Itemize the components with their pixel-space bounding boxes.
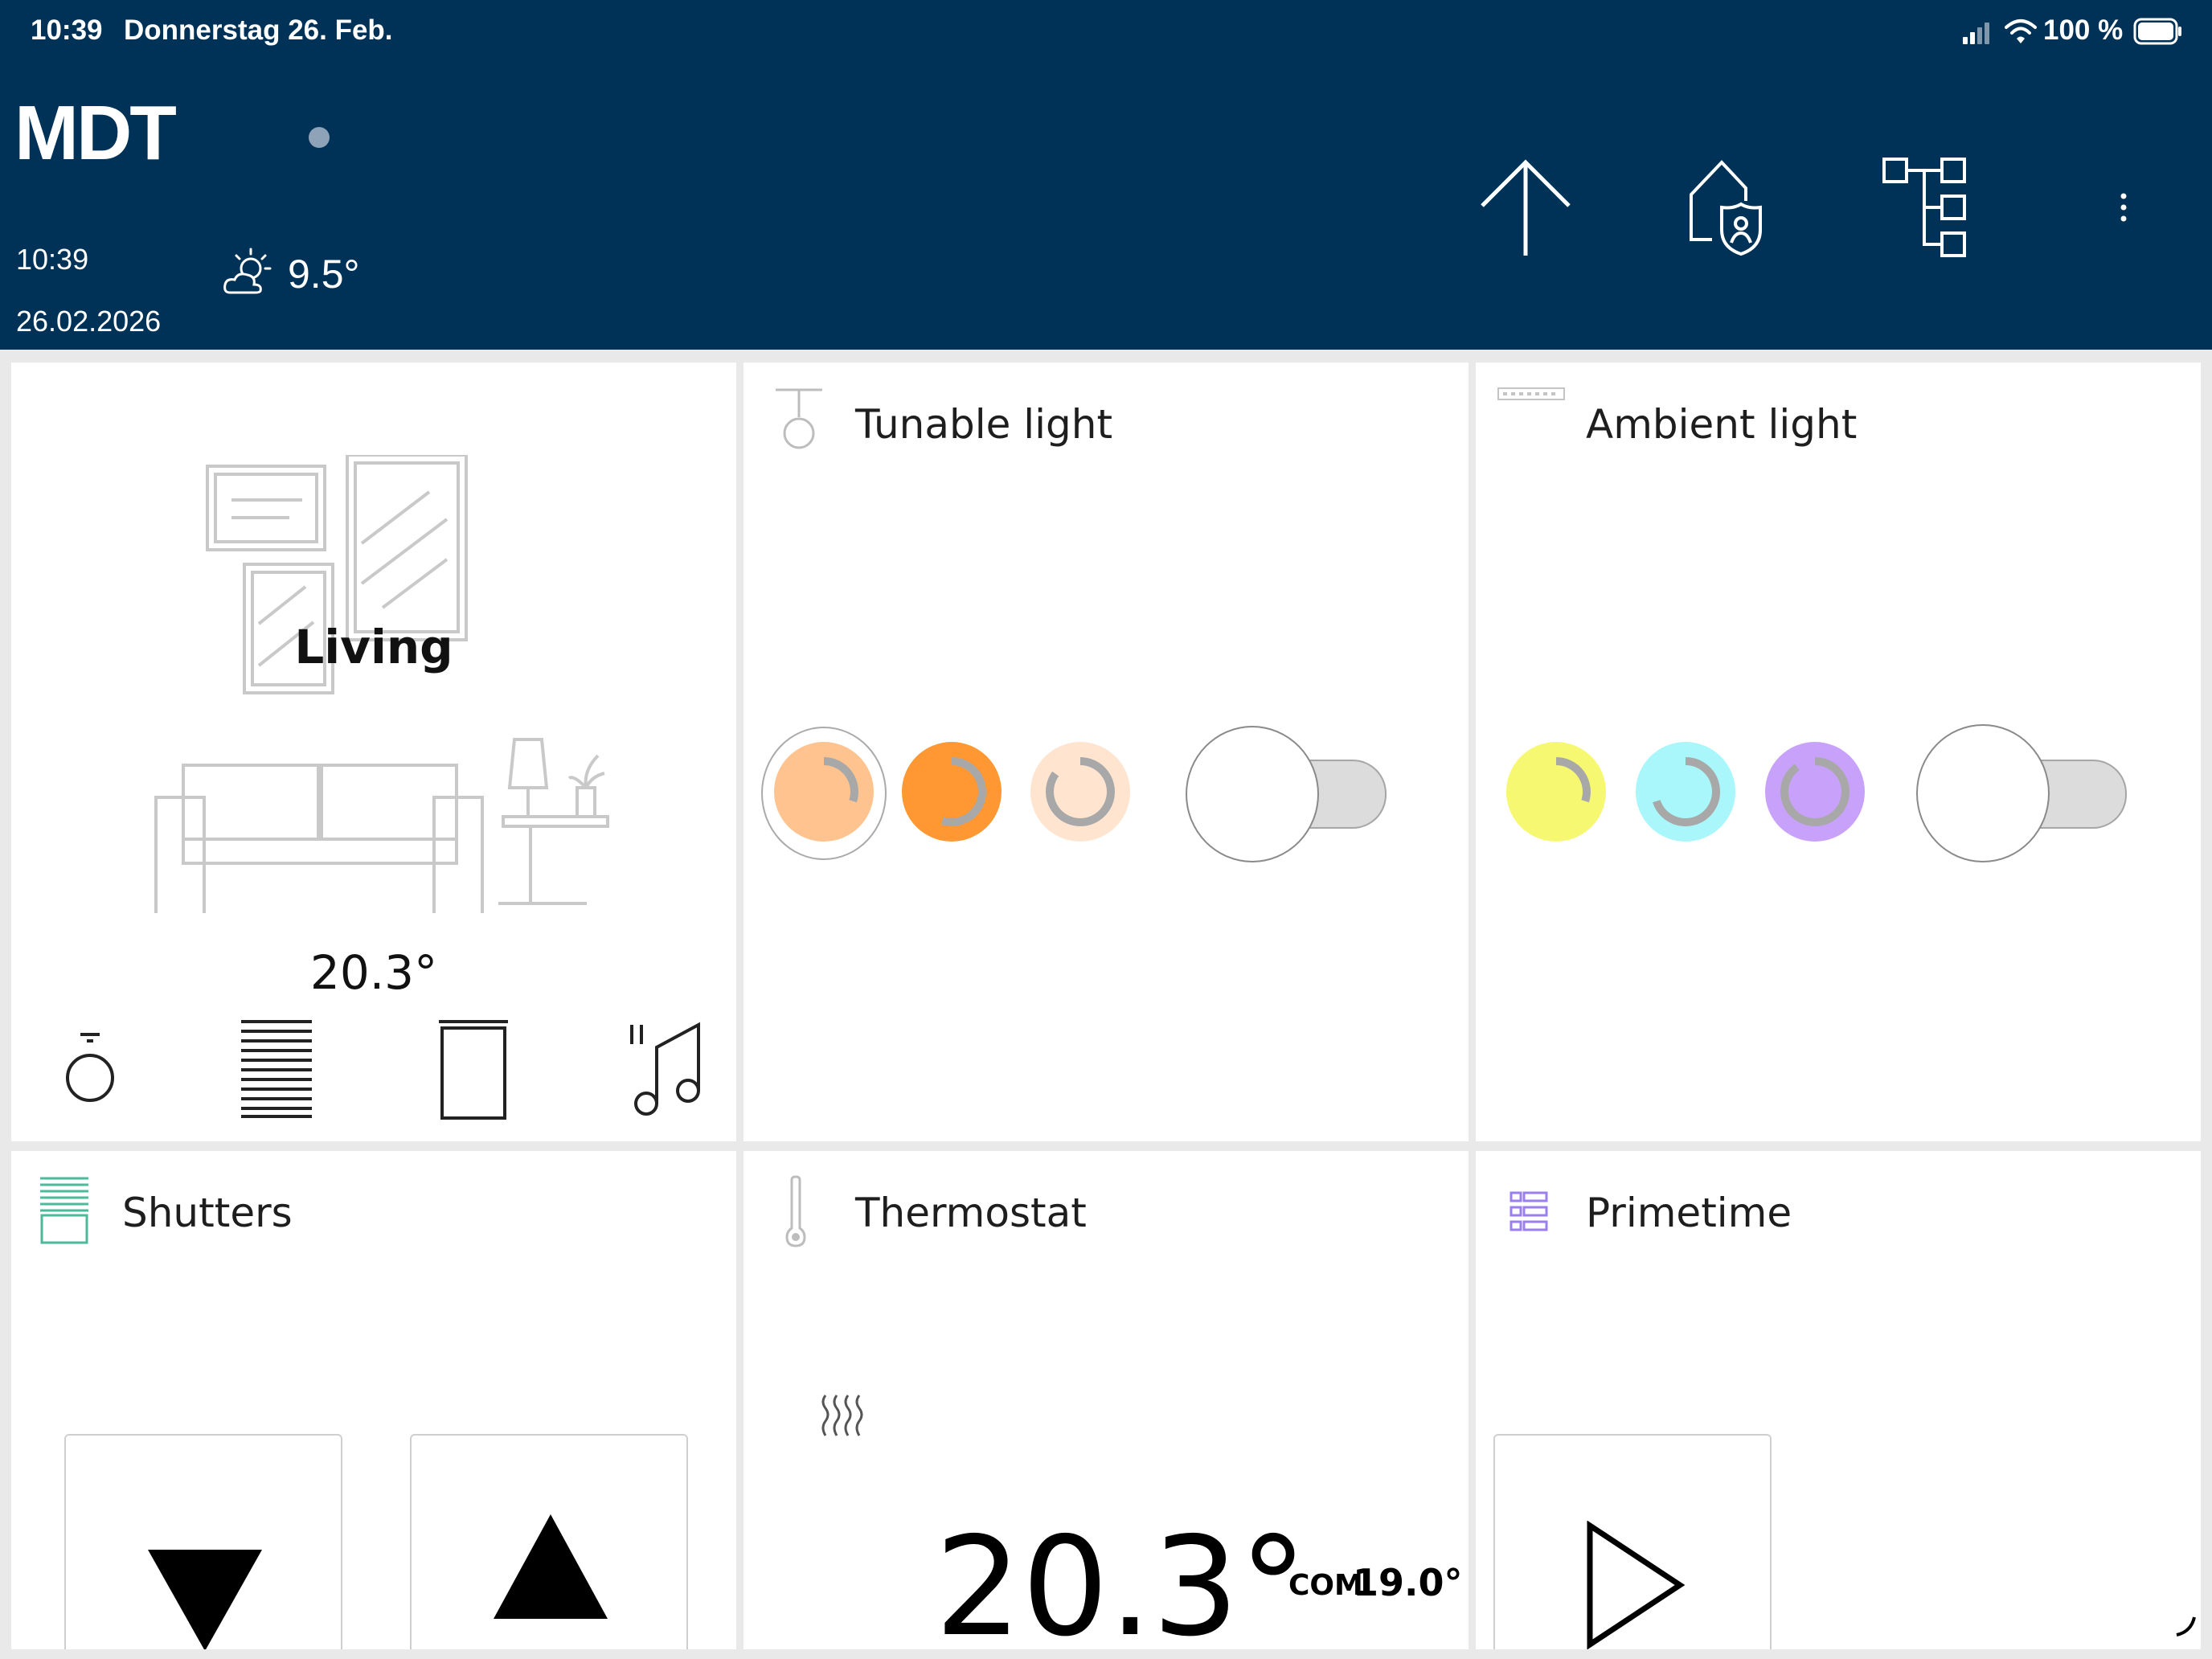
thermostat-current-temp: 20.3°: [935, 1508, 1308, 1649]
room-tile-living[interactable]: Living 20.3°: [11, 363, 736, 1141]
scene-list-icon: [1509, 1191, 1548, 1231]
primetime-title: Primetime: [1586, 1190, 1792, 1236]
shutter-down-button[interactable]: [64, 1434, 342, 1649]
primetime-play-button[interactable]: [1493, 1434, 1772, 1649]
door-icon[interactable]: [437, 1018, 510, 1121]
weather-temperature: 9.5°: [288, 252, 360, 297]
room-name: Living: [294, 620, 453, 674]
thermostat-mode: COM: [1288, 1569, 1363, 1602]
wifi-icon: [2005, 19, 2037, 43]
led-strip-icon: [1497, 387, 1565, 400]
status-time: 10:39: [31, 14, 103, 46]
header-date: 26.02.2026: [16, 305, 162, 338]
switch-knob[interactable]: [1186, 726, 1319, 862]
color-swatch-1[interactable]: [772, 740, 875, 843]
ambient-light-title: Ambient light: [1586, 401, 1858, 448]
thermostat-title: Thermostat: [855, 1190, 1087, 1236]
blinds-icon[interactable]: [240, 1018, 313, 1120]
battery-level: 100 %: [2043, 14, 2124, 46]
thermostat-setpoint: 19.0°: [1353, 1561, 1463, 1604]
shutter-up-button[interactable]: [410, 1434, 688, 1649]
switch-knob[interactable]: [1916, 724, 2050, 862]
arrow-up-icon[interactable]: [1477, 158, 1574, 257]
color-swatch-3[interactable]: [1763, 740, 1866, 843]
color-swatch-1[interactable]: [1505, 740, 1608, 843]
thermometer-icon: [785, 1175, 806, 1247]
heating-icon: [821, 1395, 863, 1436]
light-bulb-icon[interactable]: [51, 1028, 129, 1113]
shutters-tile[interactable]: Shutters: [11, 1151, 736, 1649]
living-room-illustration: [154, 455, 609, 913]
ambient-light-tile[interactable]: Ambient light: [1476, 363, 2201, 1141]
connection-indicator: [309, 127, 330, 148]
play-icon: [1587, 1521, 1685, 1649]
app-header: 10:39 Donnerstag 26. Feb. 100 % MDT 10:3…: [0, 0, 2212, 350]
primetime-tile[interactable]: Primetime: [1476, 1151, 2201, 1649]
tunable-light-tile[interactable]: Tunable light: [743, 363, 1469, 1141]
arrow-up-icon: [494, 1514, 608, 1619]
status-date: Donnerstag 26. Feb.: [124, 14, 393, 46]
battery-icon: [2133, 18, 2181, 45]
arrow-down-icon: [148, 1550, 262, 1649]
header-time: 10:39: [16, 243, 89, 276]
signal-icon: [1963, 23, 1989, 44]
mdt-logo: MDT: [14, 90, 177, 176]
color-swatch-2[interactable]: [1634, 740, 1737, 843]
tunable-light-title: Tunable light: [855, 401, 1113, 448]
more-vertical-icon[interactable]: [2114, 191, 2133, 223]
thermostat-tile[interactable]: Thermostat 20.3° COM 19.0°: [743, 1151, 1469, 1649]
color-swatch-3[interactable]: [1029, 740, 1132, 843]
structure-tree-icon[interactable]: [1881, 156, 1969, 260]
room-temperature: 20.3°: [309, 945, 438, 1000]
shutters-title: Shutters: [122, 1190, 293, 1236]
ambient-light-switch[interactable]: [2038, 760, 2127, 829]
music-icon[interactable]: [625, 1020, 706, 1118]
home-security-icon[interactable]: [1686, 158, 1767, 257]
shutter-icon: [40, 1177, 88, 1244]
pendant-lamp-icon: [776, 388, 822, 449]
color-swatch-2[interactable]: [900, 740, 1003, 843]
resize-handle[interactable]: [2173, 1614, 2198, 1638]
partly-cloudy-icon: [223, 248, 272, 294]
